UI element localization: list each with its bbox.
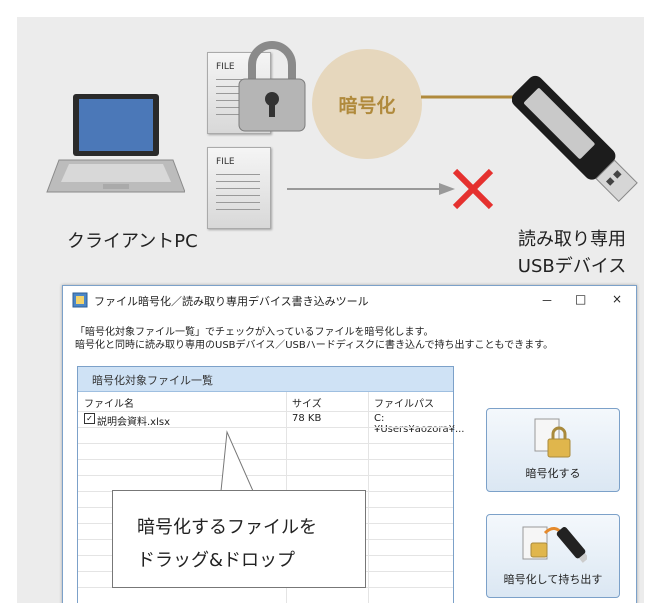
- close-button[interactable]: ×: [612, 292, 622, 306]
- callout-line2: ドラッグ&ドロップ: [137, 550, 296, 571]
- illustration-panel: クライアントPC FILE 暗号化 FILE 読み取り専用 USBデバイス ファ…: [17, 17, 644, 603]
- row-divider: [78, 427, 453, 428]
- doc-label-2: FILE: [216, 157, 235, 167]
- description: 「暗号化対象ファイル一覧」でチェックが入っているファイルを暗号化します。 暗号化…: [75, 326, 553, 352]
- encrypt-circle: 暗号化: [312, 49, 422, 159]
- cell-path: C:¥Users¥aozora¥...: [374, 413, 465, 435]
- cross-icon: [452, 168, 494, 210]
- encrypt-to-usb-icon: [522, 526, 587, 563]
- encrypt-export-button[interactable]: 暗号化して持ち出す: [486, 514, 620, 598]
- file-list-header: 暗号化対象ファイル一覧: [78, 367, 453, 392]
- usb-stick-icon: [512, 75, 638, 202]
- callout-line1: 暗号化するファイルを: [137, 517, 317, 538]
- row-divider: [78, 411, 453, 412]
- description-line2: 暗号化と同時に読み取り専用のUSBデバイス／USBハードディスクに書き込んで持ち…: [75, 340, 554, 351]
- description-line1: 「暗号化対象ファイル一覧」でチェックが入っているファイルを暗号化します。: [75, 327, 434, 338]
- encrypt-button-label: 暗号化する: [525, 467, 581, 480]
- encrypt-export-button-label: 暗号化して持ち出す: [503, 573, 603, 586]
- usb-device-label: 読み取り専用 USBデバイス: [502, 226, 642, 280]
- cell-size: 78 KB: [292, 413, 322, 424]
- drag-drop-callout: 暗号化するファイルを ドラッグ&ドロップ: [112, 490, 366, 588]
- encrypt-circle-label: 暗号化: [338, 94, 396, 117]
- file-list-title: 暗号化対象ファイル一覧: [92, 374, 213, 387]
- usb-label-line2: USBデバイス: [517, 256, 627, 277]
- column-header-path[interactable]: ファイルパス: [374, 395, 434, 410]
- column-header-filename[interactable]: ファイル名: [84, 395, 134, 410]
- minimize-button[interactable]: －: [541, 292, 553, 309]
- cell-filename: 説明会資料.xlsx: [97, 417, 171, 428]
- maximize-button[interactable]: □: [575, 292, 586, 306]
- encrypt-button[interactable]: 暗号化する: [486, 408, 620, 492]
- file-doc-icon-2: FILE: [207, 147, 271, 229]
- window-title: ファイル暗号化／読み取り専用デバイス書き込みツール: [94, 295, 369, 308]
- column-header-size[interactable]: サイズ: [292, 395, 322, 410]
- encrypt-file-icon: [534, 418, 571, 458]
- doc-label: FILE: [216, 62, 235, 72]
- title-bar[interactable]: ファイル暗号化／読み取り専用デバイス書き込みツール － □ ×: [63, 286, 636, 314]
- usb-label-line1: 読み取り専用: [518, 229, 626, 250]
- callout-pointer: [220, 430, 254, 492]
- laptop-icon: [46, 94, 185, 193]
- row-checkbox[interactable]: ✓: [84, 413, 95, 424]
- lock-icon: [238, 41, 306, 132]
- gray-arrow-icon: [287, 183, 455, 195]
- app-icon: [72, 292, 88, 308]
- client-pc-label: クライアントPC: [67, 231, 198, 252]
